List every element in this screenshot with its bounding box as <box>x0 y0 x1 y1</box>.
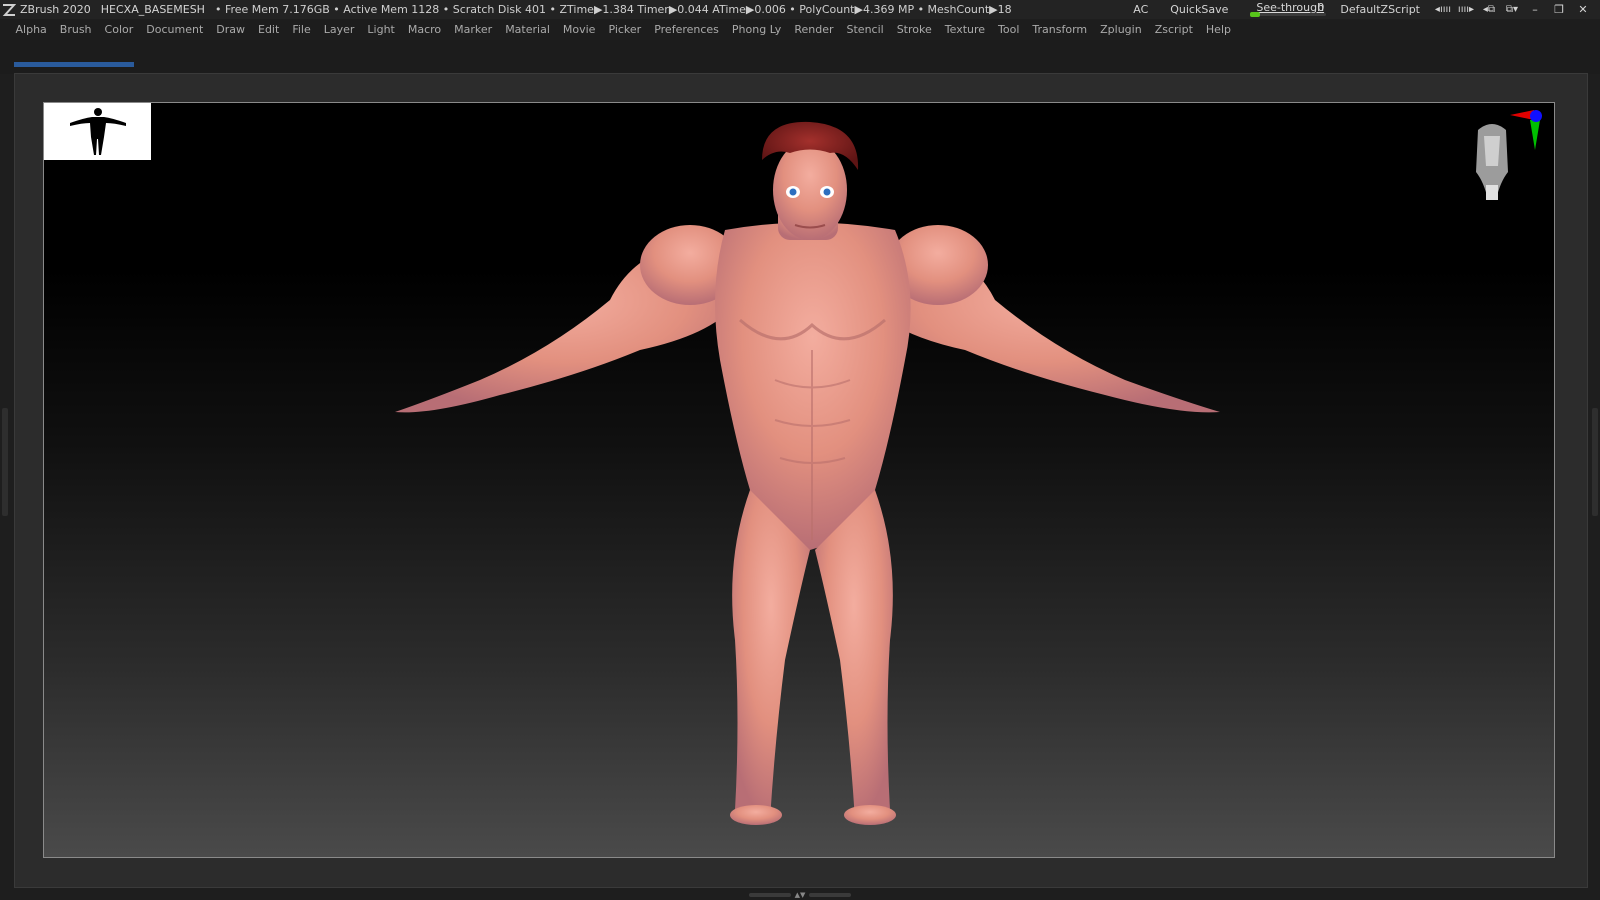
left-leg <box>732 490 810 820</box>
menu-brush[interactable]: Brush <box>53 20 98 40</box>
menu-picker[interactable]: Picker <box>602 20 648 40</box>
menu-material[interactable]: Material <box>499 20 557 40</box>
menu-layer[interactable]: Layer <box>317 20 361 40</box>
see-through-track <box>1250 13 1327 16</box>
see-through-slider[interactable]: See-through 0 <box>1250 0 1327 19</box>
right-leg <box>815 490 893 820</box>
menu-movie[interactable]: Movie <box>556 20 602 40</box>
bottom-tray-bar-right <box>809 893 852 897</box>
menu-zscript[interactable]: Zscript <box>1148 20 1199 40</box>
quicksave-button[interactable]: QuickSave <box>1170 0 1228 19</box>
left-foot <box>730 805 782 825</box>
menu-stroke[interactable]: Stroke <box>890 20 938 40</box>
memory-stats: • Free Mem 7.176GB • Active Mem 1128 • S… <box>214 3 1012 16</box>
character-model[interactable] <box>390 120 1240 844</box>
menu-preferences[interactable]: Preferences <box>648 20 726 40</box>
menu-phong-ly[interactable]: Phong Ly <box>725 20 787 40</box>
menu-tool[interactable]: Tool <box>992 20 1026 40</box>
progress-bar <box>14 62 134 67</box>
right-tray-handle[interactable] <box>1592 408 1598 516</box>
default-zscript-button[interactable]: DefaultZScript <box>1340 0 1420 19</box>
restore-icon[interactable]: ❐ <box>1548 2 1570 18</box>
bottom-tray-arrows-icon: ▲▼ <box>794 891 806 899</box>
left-tray-handle[interactable] <box>2 408 8 516</box>
model-thumbnail <box>44 103 151 160</box>
menu-zplugin[interactable]: Zplugin <box>1094 20 1149 40</box>
document-name: HECXA_BASEMESH <box>100 3 205 16</box>
tray-toggle-icon[interactable]: ıııı▸ <box>1456 2 1476 18</box>
bottom-tray-bar-left <box>748 893 791 897</box>
menu-texture[interactable]: Texture <box>938 20 991 40</box>
menu-macro[interactable]: Macro <box>401 20 447 40</box>
menu-edit[interactable]: Edit <box>252 20 286 40</box>
menu-render[interactable]: Render <box>788 20 840 40</box>
title-bar: ZBrush 2020 HECXA_BASEMESH • Free Mem 7.… <box>0 0 1600 19</box>
menu-light[interactable]: Light <box>361 20 401 40</box>
head <box>773 140 847 240</box>
navigation-head-icon <box>1476 124 1508 200</box>
menu-stencil[interactable]: Stencil <box>840 20 890 40</box>
menu-toggle-icon[interactable]: ◂ıııı <box>1433 2 1453 18</box>
layout-icon[interactable]: ◂⧉ <box>1479 2 1499 18</box>
top-shelf <box>0 40 1600 74</box>
axis-gizmo-icon[interactable] <box>1470 110 1560 214</box>
see-through-knob[interactable] <box>1250 12 1261 17</box>
menu-transform[interactable]: Transform <box>1026 20 1094 40</box>
main-menu-bar: Alpha Brush Color Document Draw Edit Fil… <box>0 20 1600 40</box>
bottom-tray-handle[interactable]: ▲▼ <box>746 891 854 899</box>
app-name: ZBrush 2020 <box>20 3 91 16</box>
menu-alpha[interactable]: Alpha <box>9 20 53 40</box>
close-icon[interactable]: ✕ <box>1572 2 1594 18</box>
menu-marker[interactable]: Marker <box>448 20 499 40</box>
ui-layout-icon[interactable]: ⧉▾ <box>1502 2 1522 18</box>
right-foot <box>844 805 896 825</box>
menu-document[interactable]: Document <box>140 20 210 40</box>
menu-draw[interactable]: Draw <box>210 20 252 40</box>
minimize-icon[interactable]: – <box>1524 2 1546 18</box>
menu-color[interactable]: Color <box>98 20 140 40</box>
ac-label: AC <box>1133 3 1149 16</box>
menu-file[interactable]: File <box>286 20 317 40</box>
zbrush-logo-icon <box>2 3 17 17</box>
menu-help[interactable]: Help <box>1199 20 1237 40</box>
